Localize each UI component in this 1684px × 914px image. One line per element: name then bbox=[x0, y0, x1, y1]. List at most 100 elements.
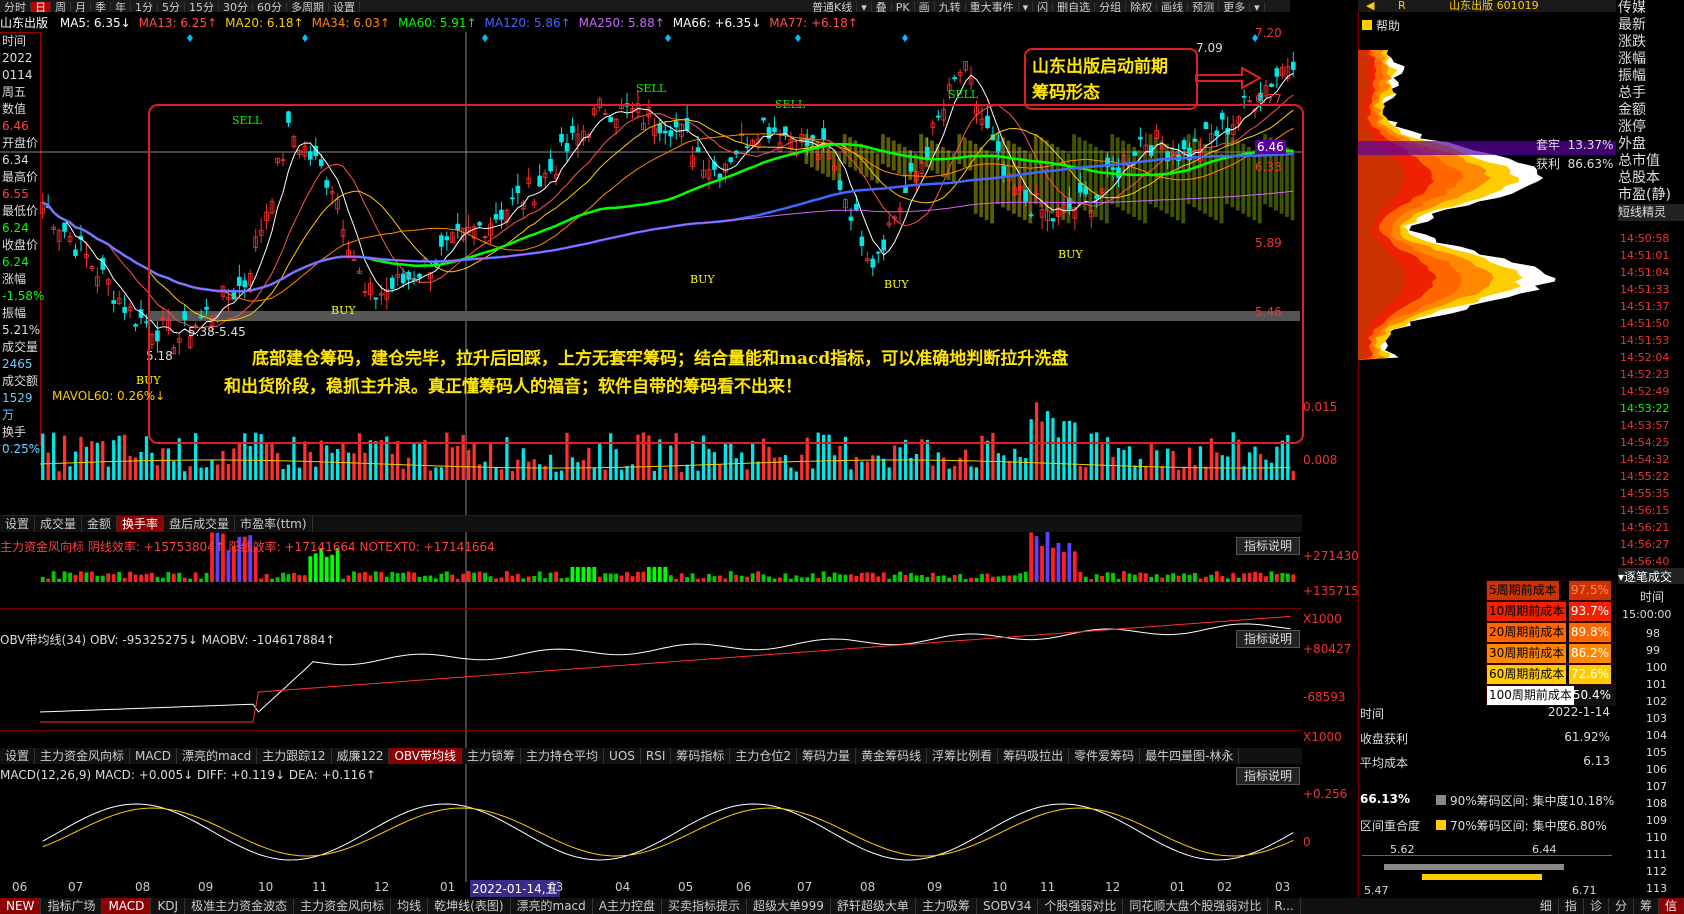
quote-field[interactable]: 外盘 bbox=[1618, 136, 1684, 153]
period-tab[interactable]: 分时 bbox=[0, 2, 31, 12]
period-tab[interactable]: 月 bbox=[71, 2, 91, 12]
period-tab[interactable]: 30分 bbox=[219, 2, 253, 12]
bottom-tab[interactable]: KDJ bbox=[151, 898, 186, 914]
period-tab[interactable]: 日 bbox=[31, 2, 51, 12]
indicator-tab[interactable]: 零件爱筹码 bbox=[1069, 748, 1141, 764]
date-tick: 09 bbox=[198, 880, 214, 894]
bottom-right-tab[interactable]: 信 bbox=[1658, 898, 1684, 914]
toolbar-button[interactable]: ▾ bbox=[1250, 2, 1265, 12]
toolbar-button[interactable]: 闪 bbox=[1033, 2, 1054, 12]
indicator-tab[interactable]: 最牛四量图-林永 bbox=[1140, 748, 1240, 764]
indicator-tab[interactable]: 主力资金风向标 bbox=[35, 748, 131, 764]
quote-field[interactable]: 总手 bbox=[1618, 85, 1684, 102]
quote-field[interactable]: 总市值 bbox=[1618, 153, 1684, 170]
indicator-tab[interactable]: 主力仓位2 bbox=[730, 748, 798, 764]
indicator-tab[interactable]: 漂亮的macd bbox=[177, 748, 258, 764]
bottom-tab[interactable]: 买卖指标提示 bbox=[662, 898, 748, 914]
quote-field[interactable]: 短线精灵 bbox=[1618, 204, 1684, 221]
bottom-tab[interactable]: 个股强弱对比 bbox=[1038, 898, 1124, 914]
period-tab[interactable]: 15分 bbox=[185, 2, 219, 12]
indicator2-explain-button[interactable]: 指标说明 bbox=[1236, 630, 1300, 648]
bottom-tab[interactable]: 乾坤线(表图) bbox=[428, 898, 511, 914]
indicator1-explain-button[interactable]: 指标说明 bbox=[1236, 537, 1300, 555]
tick-time: 14:51:53 bbox=[1620, 334, 1670, 347]
toolbar-button[interactable]: ▾ bbox=[1019, 2, 1034, 12]
bottom-tab[interactable]: 舒轩超级大单 bbox=[831, 898, 916, 914]
period-tab[interactable]: 周 bbox=[51, 2, 71, 12]
indicator-tab[interactable]: 金额 bbox=[82, 516, 118, 532]
indicator-tab[interactable]: 盘后成交量 bbox=[164, 516, 236, 532]
bottom-right-tab[interactable]: 筹 bbox=[1634, 898, 1659, 914]
indicator-tab[interactable]: 主力锁筹 bbox=[462, 748, 522, 764]
bottom-tab[interactable]: MACD bbox=[102, 898, 152, 914]
quote-field[interactable]: 涨幅 bbox=[1618, 51, 1684, 68]
bottom-tab[interactable]: 主力吸筹 bbox=[916, 898, 977, 914]
indicator-tab[interactable]: 筹码力量 bbox=[797, 748, 857, 764]
quote-field[interactable]: 振幅 bbox=[1618, 68, 1684, 85]
indicator-tab[interactable]: RSI bbox=[641, 748, 672, 764]
quote-field[interactable]: 金额 bbox=[1618, 102, 1684, 119]
indicator-tab[interactable]: 筹码吸拉出 bbox=[998, 748, 1070, 764]
bottom-tab[interactable]: 主力资金风向标 bbox=[294, 898, 392, 914]
indicator-tab[interactable]: 换手率 bbox=[117, 516, 165, 532]
toolbar-button[interactable]: ▾ bbox=[857, 2, 872, 12]
toolbar-button[interactable]: PK bbox=[892, 2, 915, 12]
indicator-tabs: 设置 主力资金风向标 MACD 漂亮的macd 主力跟踪12 威廉122 OBV带均线 主力锁… bbox=[0, 748, 1302, 764]
toolbar-button[interactable]: 普通K线 bbox=[808, 2, 858, 12]
toolbar-button[interactable]: 删自选 bbox=[1053, 2, 1096, 12]
period-tab[interactable]: 季 bbox=[91, 2, 111, 12]
quote-field[interactable]: 最新 bbox=[1618, 17, 1684, 34]
quote-field[interactable]: 市盈(静) bbox=[1618, 187, 1684, 204]
macd-explain-button[interactable]: 指标说明 bbox=[1236, 767, 1300, 785]
bottom-tab[interactable]: 均线 bbox=[391, 898, 429, 914]
period-tab[interactable]: 60分 bbox=[253, 2, 287, 12]
indicator-tab[interactable]: 设置 bbox=[0, 748, 36, 764]
bottom-tab[interactable]: SOBV34 bbox=[977, 898, 1039, 914]
bottom-right-tab[interactable]: 指 bbox=[1559, 898, 1584, 914]
indicator-tab[interactable]: UOS bbox=[604, 748, 641, 764]
indicator-tab[interactable]: 筹码指标 bbox=[671, 748, 731, 764]
period-tab[interactable]: 多周期 bbox=[287, 2, 329, 12]
toolbar-button[interactable]: 除权 bbox=[1126, 2, 1158, 12]
bottom-tab[interactable]: NEW bbox=[0, 898, 42, 914]
bottom-right-tab[interactable]: 细 bbox=[1534, 898, 1559, 914]
bottom-tab[interactable]: A主力控盘 bbox=[593, 898, 662, 914]
indicator-tab[interactable]: 浮筹比例看 bbox=[927, 748, 999, 764]
tick-time: 14:54:25 bbox=[1620, 436, 1670, 449]
indicator-tab[interactable]: 设置 bbox=[0, 516, 36, 532]
toolbar-button[interactable]: 画 bbox=[915, 2, 935, 12]
toolbar-button[interactable]: 九转 bbox=[935, 2, 966, 12]
quote-field[interactable]: 涨跌 bbox=[1618, 34, 1684, 51]
bottom-right-tab[interactable]: 诊 bbox=[1584, 898, 1609, 914]
period-tab[interactable]: 设置 bbox=[329, 2, 360, 12]
bottom-tab[interactable]: R... bbox=[1268, 898, 1301, 914]
trade-panel-header[interactable]: ▾逐笔成交 bbox=[1618, 568, 1684, 584]
chevron-left-icon[interactable]: ◀ bbox=[1366, 0, 1374, 12]
indicator-tab[interactable]: MACD bbox=[130, 748, 178, 764]
bottom-tab[interactable]: 同花顺大盘个股强弱对比 bbox=[1123, 898, 1269, 914]
quote-field[interactable]: 涨停 bbox=[1618, 119, 1684, 136]
toolbar-button[interactable]: 更多 bbox=[1219, 2, 1251, 12]
toolbar-button[interactable]: 分组 bbox=[1095, 2, 1127, 12]
indicator-tab[interactable]: 主力跟踪12 bbox=[257, 748, 332, 764]
indicator-tab[interactable]: 主力持仓平均 bbox=[521, 748, 605, 764]
indicator-tab[interactable]: 威廉122 bbox=[332, 748, 390, 764]
indicator-tab[interactable]: OBV带均线 bbox=[389, 748, 462, 764]
toolbar-button[interactable]: 重大事件 bbox=[966, 2, 1019, 12]
period-tab[interactable]: 年 bbox=[111, 2, 131, 12]
bottom-tab[interactable]: 极准主力资金波态 bbox=[185, 898, 295, 914]
period-tab[interactable]: 1分 bbox=[131, 2, 158, 12]
quote-field[interactable]: 传媒 bbox=[1618, 0, 1684, 17]
bottom-tab[interactable]: 超级大单999 bbox=[747, 898, 831, 914]
toolbar-button[interactable]: 画线 bbox=[1157, 2, 1189, 12]
indicator-tab[interactable]: 黄金筹码线 bbox=[856, 748, 928, 764]
indicator-tab[interactable]: 市盈率(ttm) bbox=[235, 516, 313, 532]
toolbar-button[interactable]: 叠 bbox=[872, 2, 892, 12]
toolbar-button[interactable]: 预测 bbox=[1188, 2, 1220, 12]
bottom-right-tab[interactable]: 分 bbox=[1609, 898, 1634, 914]
period-tab[interactable]: 5分 bbox=[158, 2, 185, 12]
bottom-tab[interactable]: 漂亮的macd bbox=[511, 898, 593, 914]
indicator-tab[interactable]: 成交量 bbox=[35, 516, 83, 532]
quote-field[interactable]: 总股本 bbox=[1618, 170, 1684, 187]
bottom-tab[interactable]: 指标广场 bbox=[41, 898, 103, 914]
